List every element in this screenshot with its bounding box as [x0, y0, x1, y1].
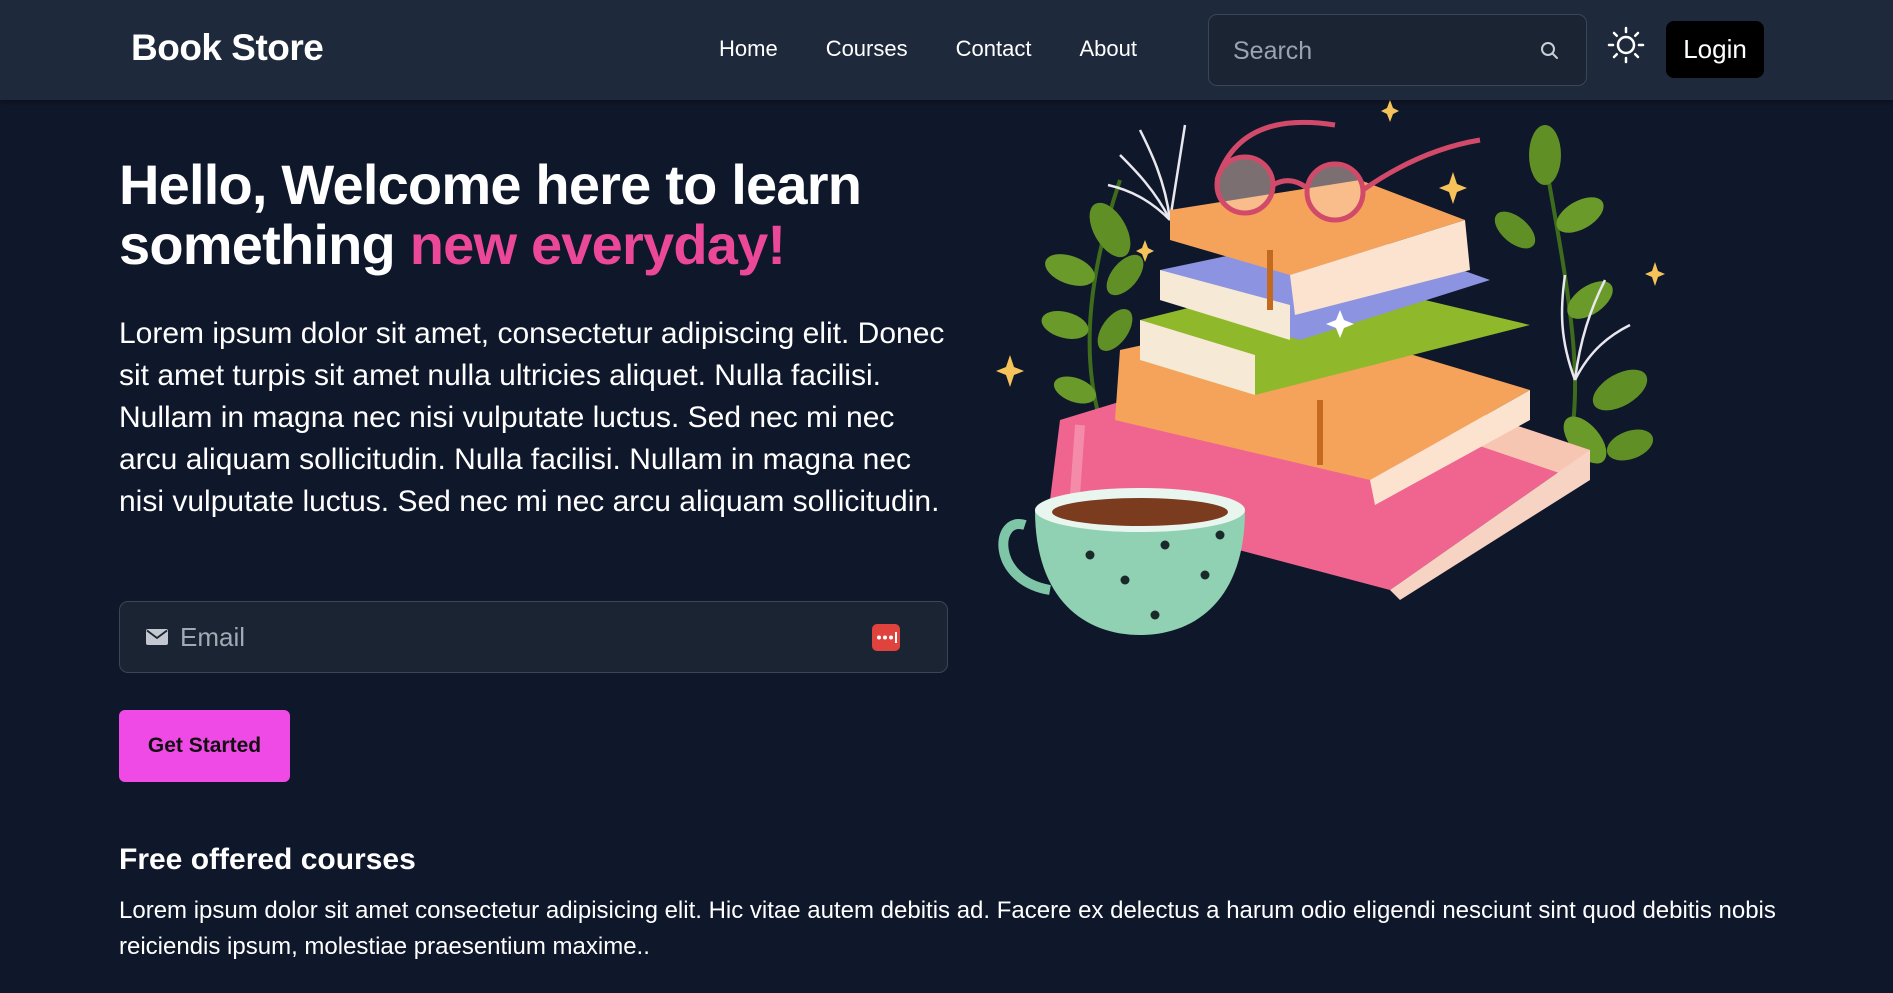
books-illustration [996, 100, 1665, 635]
email-input[interactable] [180, 619, 780, 655]
nav-link-home[interactable]: Home [719, 36, 778, 62]
search-icon[interactable] [1539, 40, 1561, 62]
password-manager-icon[interactable] [872, 624, 900, 651]
search-box [1208, 14, 1587, 86]
dandelion-left-icon [1107, 124, 1187, 221]
navbar: Book Store Home Courses Contact About Lo… [0, 0, 1893, 100]
email-field-box [119, 601, 948, 673]
nav-link-about[interactable]: About [1079, 36, 1137, 62]
search-input[interactable] [1233, 33, 1533, 69]
hero-description: Lorem ipsum dolor sit amet, consectetur … [119, 317, 945, 518]
mail-icon [146, 629, 168, 645]
sun-icon[interactable] [1606, 25, 1646, 65]
login-button[interactable]: Login [1666, 21, 1764, 78]
teacup-icon [998, 488, 1245, 635]
nav-link-courses[interactable]: Courses [826, 36, 908, 62]
courses-description: Lorem ipsum dolor sit amet consectetur a… [119, 897, 1776, 960]
brand-logo[interactable]: Book Store [131, 27, 324, 69]
hero-title: Hello, Welcome here to learn something n… [119, 155, 939, 275]
nav-links: Home Courses Contact About [719, 36, 1137, 62]
nav-link-contact[interactable]: Contact [956, 36, 1032, 62]
glasses-icon [1214, 119, 1481, 223]
hero-title-accent: new everyday! [409, 213, 786, 276]
courses-title: Free offered courses [119, 843, 416, 876]
get-started-button[interactable]: Get Started [119, 710, 290, 782]
